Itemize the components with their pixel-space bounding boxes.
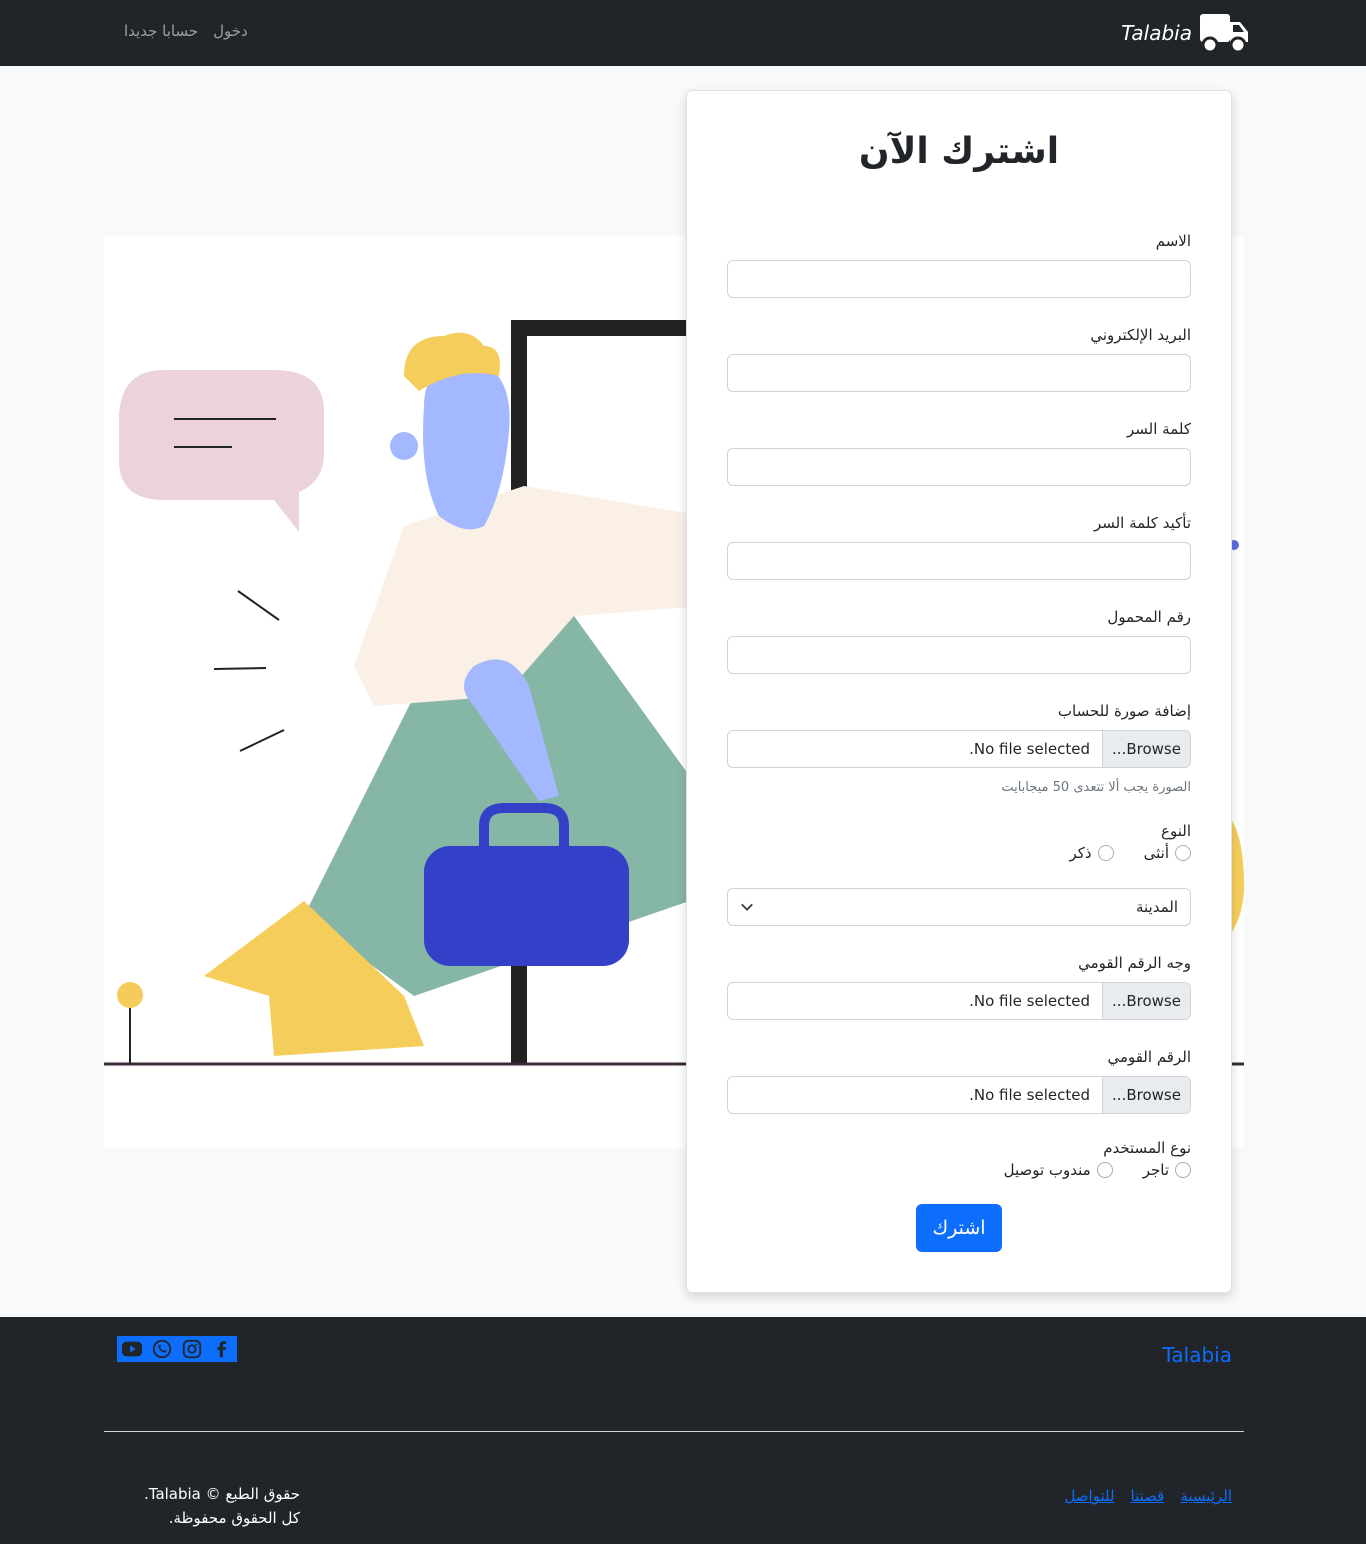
radio-merchant[interactable] [1175, 1162, 1191, 1178]
gender-field-group: النوع أنثى ذكر [727, 822, 1191, 862]
footer-brand-link[interactable]: Talabia [1163, 1343, 1232, 1367]
id-front-browse-button[interactable]: Browse... [1102, 983, 1190, 1019]
footer-link-home[interactable]: الرئيسية [1180, 1487, 1232, 1505]
id-front-file-input[interactable]: Browse... No file selected. [727, 982, 1191, 1020]
footer-link-story[interactable]: قصتنا [1131, 1487, 1165, 1505]
radio-delivery[interactable] [1096, 1162, 1113, 1178]
brand-name: Talabia [1121, 21, 1192, 45]
password-field-group: كلمة السر [727, 420, 1191, 486]
password-label: كلمة السر [1127, 420, 1191, 438]
top-navbar: Talabia دخول حسابا جديدا [0, 0, 1366, 66]
user-type-options: تاجر مندوب توصيل [727, 1161, 1191, 1179]
radio-female[interactable] [1175, 845, 1191, 861]
id-browse-button[interactable]: Browse... [1102, 1077, 1190, 1113]
facebook-icon[interactable] [207, 1336, 237, 1362]
id-label: الرقم القومي [1107, 1048, 1191, 1066]
footer-link-contact[interactable]: للتواصل [1064, 1487, 1114, 1505]
radio-male[interactable] [1097, 845, 1114, 861]
password-input[interactable] [727, 448, 1191, 486]
brand-link[interactable]: Talabia [1121, 10, 1250, 56]
phone-label: رقم المحمول [1107, 608, 1191, 626]
phone-field-group: رقم المحمول [727, 608, 1191, 674]
phone-input[interactable] [727, 636, 1191, 674]
confirm-password-field-group: تأكيد كلمة السر [727, 514, 1191, 580]
whatsapp-icon[interactable] [147, 1336, 177, 1362]
name-label: الاسم [1155, 232, 1191, 250]
copyright-line-2: كل الحقوق محفوظة. [168, 1509, 300, 1527]
signup-title: اشترك الآن [858, 131, 1060, 172]
email-label: البريد الإلكتروني [1090, 326, 1191, 344]
city-field-group: المدينة [727, 888, 1191, 926]
copyright: حقوق الطبع © Talabia. كل الحقوق محفوظة. [140, 1482, 300, 1530]
photo-field-group: إضافة صورة للحساب Browse... No file sele… [727, 702, 1191, 795]
city-select-value: المدينة [1135, 898, 1178, 916]
signup-submit-button[interactable]: اشترك [916, 1204, 1002, 1252]
photo-browse-button[interactable]: Browse... [1102, 731, 1190, 767]
user-type-merchant-label: تاجر [1142, 1161, 1169, 1179]
chevron-down-icon [741, 903, 753, 911]
id-file-input[interactable]: Browse... No file selected. [727, 1076, 1191, 1114]
photo-file-status: No file selected. [969, 740, 1090, 758]
footer-divider [104, 1431, 1244, 1432]
photo-label: إضافة صورة للحساب [1057, 702, 1191, 720]
footer-links: الرئيسية قصتنا للتواصل [1064, 1487, 1232, 1505]
photo-help-text: الصورة يجب ألا تتعدى 50 ميجابايت [1001, 780, 1191, 795]
gender-option-female[interactable]: أنثى [1144, 844, 1191, 862]
confirm-password-label: تأكيد كلمة السر [1093, 514, 1191, 532]
social-icons [117, 1336, 237, 1362]
gender-label: النوع [1161, 822, 1191, 840]
user-type-field-group: نوع المستخدم تاجر مندوب توصيل [727, 1139, 1191, 1179]
user-type-option-delivery[interactable]: مندوب توصيل [1004, 1161, 1113, 1179]
gender-female-label: أنثى [1143, 844, 1169, 862]
site-footer: Talabia الرئيسية قصتنا للتواصل حقوق الطب… [0, 1317, 1366, 1544]
email-input[interactable] [727, 354, 1191, 392]
user-type-option-merchant[interactable]: تاجر [1143, 1161, 1191, 1179]
copyright-line-1: حقوق الطبع © Talabia. [143, 1485, 300, 1503]
gender-options: أنثى ذكر [727, 844, 1191, 862]
id-field-group: الرقم القومي Browse... No file selected. [727, 1048, 1191, 1114]
user-type-delivery-label: مندوب توصيل [1003, 1161, 1091, 1179]
truck-icon [1200, 14, 1248, 54]
user-type-label: نوع المستخدم [1103, 1139, 1191, 1157]
signup-card: اشترك الآن الاسم البريد الإلكتروني كلمة … [686, 90, 1232, 1293]
gender-option-male[interactable]: ذكر [1070, 844, 1114, 862]
email-field-group: البريد الإلكتروني [727, 326, 1191, 392]
nav-links: دخول حسابا جديدا [124, 22, 248, 40]
youtube-icon[interactable] [117, 1336, 147, 1362]
name-field-group: الاسم [727, 232, 1191, 298]
id-front-field-group: وجه الرقم القومي Browse... No file selec… [727, 954, 1191, 1020]
id-front-file-status: No file selected. [969, 992, 1090, 1010]
gender-male-label: ذكر [1069, 844, 1092, 862]
nav-signup-link[interactable]: حسابا جديدا [124, 22, 198, 40]
id-front-label: وجه الرقم القومي [1078, 954, 1191, 972]
nav-login-link[interactable]: دخول [213, 22, 248, 40]
photo-file-input[interactable]: Browse... No file selected. [727, 730, 1191, 768]
name-input[interactable] [727, 260, 1191, 298]
instagram-icon[interactable] [177, 1336, 207, 1362]
confirm-password-input[interactable] [727, 542, 1191, 580]
id-file-status: No file selected. [969, 1086, 1090, 1104]
city-select[interactable]: المدينة [727, 888, 1191, 926]
